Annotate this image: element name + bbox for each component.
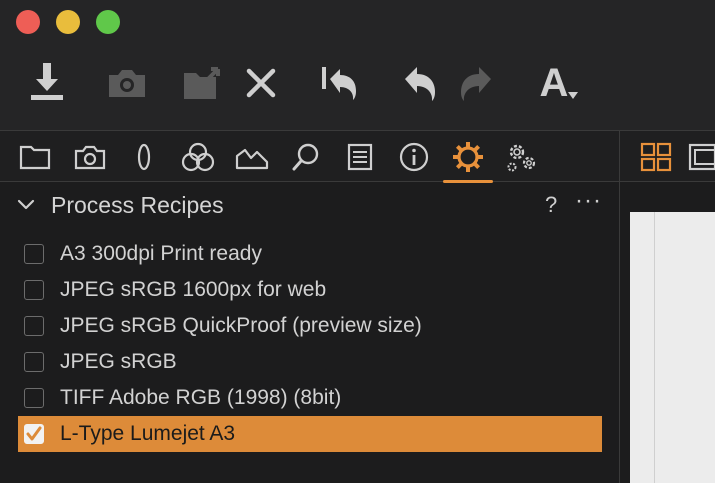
zoom-window-button[interactable] <box>96 10 120 34</box>
undo-button[interactable] <box>396 58 446 108</box>
recipe-checkbox[interactable] <box>24 388 44 408</box>
title-bar <box>0 0 715 44</box>
capture-button[interactable] <box>102 58 152 108</box>
recipe-checkbox[interactable] <box>24 316 44 336</box>
delete-button[interactable] <box>236 58 286 108</box>
recipe-label: A3 300dpi Print ready <box>60 242 262 265</box>
gears-icon <box>507 144 536 172</box>
text-tool-button[interactable]: A <box>526 58 582 108</box>
panel-title: Process Recipes <box>51 192 224 218</box>
download-icon <box>31 63 63 100</box>
camera-icon <box>74 145 106 170</box>
recipe-list: A3 300dpi Print ready JPEG sRGB 1600px f… <box>18 236 602 452</box>
single-view-button[interactable] <box>688 143 715 176</box>
more-options-button[interactable]: ··· <box>575 187 602 215</box>
text-tool-icon: A <box>539 60 569 105</box>
metadata-icon <box>347 143 373 171</box>
checkmark-icon <box>26 426 42 441</box>
reset-button[interactable] <box>316 58 366 108</box>
folder-icon <box>19 145 51 170</box>
tab-lens[interactable] <box>125 139 163 175</box>
close-window-button[interactable] <box>16 10 40 34</box>
export-button[interactable] <box>180 58 230 108</box>
camera-icon <box>109 70 145 97</box>
lens-icon <box>137 143 151 171</box>
info-icon <box>399 142 429 172</box>
tab-exposure[interactable] <box>233 139 271 175</box>
search-icon <box>292 143 319 171</box>
recipe-checkbox[interactable] <box>24 244 44 264</box>
tab-library[interactable] <box>16 139 54 175</box>
image-viewer[interactable] <box>630 212 715 483</box>
minimize-window-button[interactable] <box>56 10 80 34</box>
tab-details[interactable] <box>287 139 325 175</box>
grid-view-button[interactable] <box>640 142 672 177</box>
list-item[interactable]: JPEG sRGB <box>18 344 602 380</box>
list-item[interactable]: A3 300dpi Print ready <box>18 236 602 272</box>
redo-icon <box>461 67 491 101</box>
folder-export-icon <box>184 67 220 99</box>
gear-icon <box>453 142 483 172</box>
recipe-label: L-Type Lumejet A3 <box>60 422 236 445</box>
single-view-icon <box>688 143 715 171</box>
recipe-checkbox[interactable] <box>24 280 44 300</box>
tab-info[interactable] <box>395 139 433 175</box>
tab-batch[interactable] <box>503 139 541 175</box>
recipe-label: TIFF Adobe RGB (1998) (8bit) <box>60 386 342 409</box>
toolbar: A <box>0 44 715 130</box>
list-item[interactable]: JPEG sRGB QuickProof (preview size) <box>18 308 602 344</box>
tab-color[interactable] <box>179 139 217 175</box>
tab-metadata[interactable] <box>341 139 379 175</box>
grid-view-icon <box>640 142 672 172</box>
list-item-selected[interactable]: L-Type Lumejet A3 <box>18 416 602 452</box>
redo-button[interactable] <box>450 58 500 108</box>
undo-icon <box>405 67 435 101</box>
exposure-icon <box>235 148 269 170</box>
list-item[interactable]: JPEG sRGB 1600px for web <box>18 272 602 308</box>
recipe-checkbox-checked[interactable] <box>24 424 44 444</box>
tool-tabs <box>0 130 715 183</box>
help-button[interactable]: ? <box>545 192 557 218</box>
import-button[interactable] <box>22 58 72 108</box>
recipe-label: JPEG sRGB QuickProof (preview size) <box>60 314 422 337</box>
list-item[interactable]: TIFF Adobe RGB (1998) (8bit) <box>18 380 602 416</box>
close-icon <box>246 68 276 98</box>
viewer-edge <box>654 212 655 483</box>
tab-output[interactable] <box>443 139 493 183</box>
recipe-checkbox[interactable] <box>24 352 44 372</box>
chevron-down-icon[interactable] <box>16 195 36 215</box>
color-icon <box>181 142 215 172</box>
recipe-label: JPEG sRGB <box>60 350 177 373</box>
recipe-label: JPEG sRGB 1600px for web <box>60 278 327 301</box>
viewer-tabs <box>620 130 715 182</box>
undo-history-icon <box>322 67 356 100</box>
dropdown-triangle-icon <box>568 92 578 99</box>
tab-capture[interactable] <box>71 139 109 175</box>
panel-divider[interactable] <box>619 130 620 483</box>
process-recipes-header: Process Recipes ? ··· <box>0 183 619 227</box>
